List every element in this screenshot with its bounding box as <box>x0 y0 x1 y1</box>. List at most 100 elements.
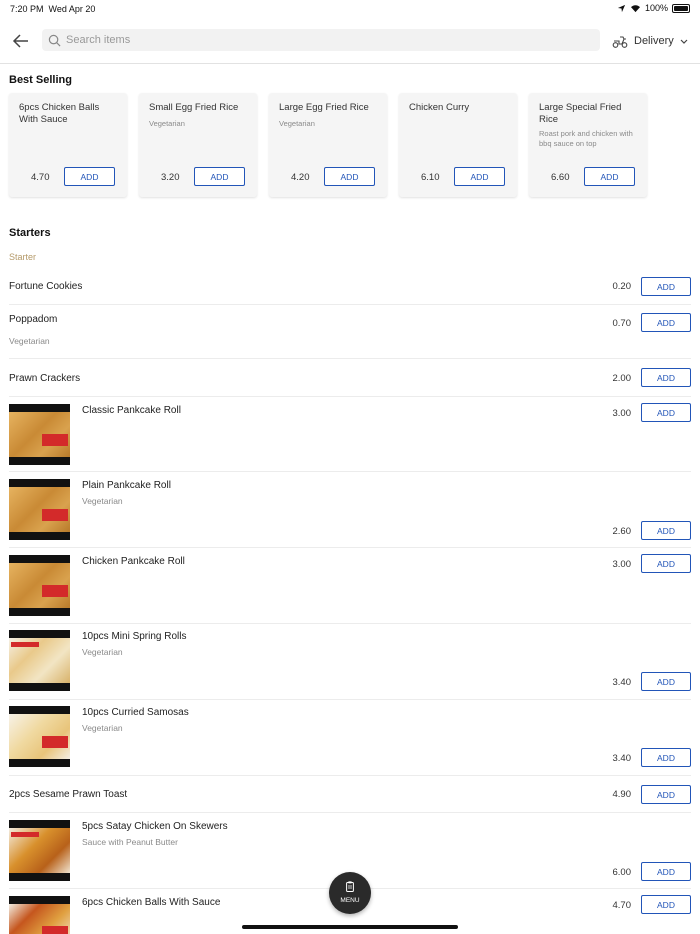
menu-button-label: MENU <box>340 897 360 904</box>
category-label: Starter <box>9 252 37 262</box>
best-selling-list: 6pcs Chicken Balls With Sauce 4.70 ADD S… <box>9 93 647 197</box>
item-description: Vegetarian <box>82 723 123 733</box>
status-bar: 7:20 PM Wed Apr 20 100% <box>0 0 700 18</box>
best-selling-card[interactable]: 6pcs Chicken Balls With Sauce 4.70 ADD <box>9 93 127 197</box>
item-price: 6.60 <box>551 172 570 183</box>
item-description: Vegetarian <box>279 119 315 128</box>
starters-title: Starters <box>9 227 51 239</box>
item-name: Fortune Cookies <box>9 281 83 292</box>
item-name: Chicken Curry <box>409 102 470 113</box>
item-price: 4.70 <box>612 900 632 911</box>
best-selling-card[interactable]: Large Special Fried Rice Roast pork and … <box>529 93 647 197</box>
menu-item[interactable]: Prawn Crackers 2.00 ADD <box>0 359 700 397</box>
wifi-icon <box>630 4 640 12</box>
menu-item[interactable]: Chicken Pankcake Roll 3.00 ADD <box>0 548 700 624</box>
item-name: Small Egg Fried Rice <box>149 102 239 113</box>
add-button[interactable]: ADD <box>324 167 375 186</box>
add-button[interactable]: ADD <box>64 167 115 186</box>
battery-icon <box>672 3 690 13</box>
add-button[interactable]: ADD <box>641 277 691 296</box>
item-price: 3.20 <box>161 172 180 183</box>
item-price: 3.00 <box>612 408 632 419</box>
search-input[interactable] <box>66 34 566 46</box>
item-price: 4.90 <box>612 789 632 800</box>
item-name: 6pcs Chicken Balls With Sauce <box>19 102 100 125</box>
add-button[interactable]: ADD <box>641 554 691 573</box>
item-image <box>9 479 70 540</box>
menu-item[interactable]: Fortune Cookies 0.20 ADD <box>0 270 700 305</box>
item-image <box>9 896 70 934</box>
item-description: Vegetarian <box>149 119 185 128</box>
item-description: Vegetarian <box>82 496 123 506</box>
menu-item[interactable]: Poppadom Vegetarian 0.70 ADD <box>0 305 700 359</box>
add-button[interactable]: ADD <box>641 862 691 881</box>
back-arrow-icon[interactable] <box>10 30 32 52</box>
delivery-selector[interactable]: Delivery <box>612 30 688 52</box>
menu-button[interactable]: MENU <box>329 872 371 914</box>
item-price: 3.40 <box>612 753 632 764</box>
item-name: 10pcs Curried Samosas <box>82 707 189 718</box>
add-button[interactable]: ADD <box>454 167 505 186</box>
add-button[interactable]: ADD <box>641 521 691 540</box>
add-button[interactable]: ADD <box>641 313 691 332</box>
best-selling-card[interactable]: Large Egg Fried Rice Vegetarian 4.20 ADD <box>269 93 387 197</box>
status-time: 7:20 PM Wed Apr 20 <box>10 4 96 14</box>
item-name: 6pcs Chicken Balls With Sauce <box>82 897 221 908</box>
item-price: 3.40 <box>612 677 632 688</box>
scooter-icon <box>612 35 628 48</box>
item-image <box>9 404 70 465</box>
item-image <box>9 630 70 691</box>
add-button[interactable]: ADD <box>641 785 691 804</box>
chevron-down-icon <box>680 39 688 44</box>
item-name: 5pcs Satay Chicken On Skewers <box>82 821 228 832</box>
item-description: Vegetarian <box>9 336 50 346</box>
item-name: Plain Pankcake Roll <box>82 480 171 491</box>
best-selling-card[interactable]: Chicken Curry 6.10 ADD <box>399 93 517 197</box>
add-button[interactable]: ADD <box>641 672 691 691</box>
item-description: Roast pork and chicken with bbq sauce on… <box>539 129 633 148</box>
search-bar[interactable] <box>42 29 600 51</box>
item-image <box>9 820 70 881</box>
item-name: Poppadom <box>9 314 58 325</box>
item-name: Large Special Fried Rice <box>539 102 622 125</box>
item-name: 2pcs Sesame Prawn Toast <box>9 789 128 800</box>
item-price: 2.60 <box>612 526 632 537</box>
delivery-label: Delivery <box>634 35 674 47</box>
add-button[interactable]: ADD <box>641 895 691 914</box>
status-right: 100% <box>617 3 690 13</box>
menu-item[interactable]: 10pcs Mini Spring Rolls Vegetarian 3.40 … <box>0 624 700 700</box>
clipboard-icon <box>346 881 354 892</box>
add-button[interactable]: ADD <box>641 403 691 422</box>
menu-item[interactable]: Plain Pankcake Roll Vegetarian 2.60 ADD <box>0 472 700 548</box>
menu-item[interactable]: 2pcs Sesame Prawn Toast 4.90 ADD <box>0 776 700 813</box>
top-bar: Delivery <box>0 26 700 64</box>
item-image <box>9 555 70 616</box>
location-icon <box>617 4 626 12</box>
item-price: 4.70 <box>31 172 50 183</box>
item-price: 6.10 <box>421 172 440 183</box>
item-price: 0.70 <box>612 318 632 329</box>
add-button[interactable]: ADD <box>641 748 691 767</box>
add-button[interactable]: ADD <box>641 368 691 387</box>
item-name: Chicken Pankcake Roll <box>82 556 185 567</box>
menu-item[interactable]: Classic Pankcake Roll 3.00 ADD <box>0 397 700 472</box>
item-price: 3.00 <box>612 559 632 570</box>
item-name: Classic Pankcake Roll <box>82 405 181 416</box>
item-price: 2.00 <box>612 373 632 384</box>
item-description: Vegetarian <box>82 647 123 657</box>
item-name: Prawn Crackers <box>9 373 81 384</box>
item-description: Sauce with Peanut Butter <box>82 837 178 847</box>
add-button[interactable]: ADD <box>194 167 245 186</box>
menu-item[interactable]: 10pcs Curried Samosas Vegetarian 3.40 AD… <box>0 700 700 776</box>
item-price: 0.20 <box>612 281 632 292</box>
item-price: 6.00 <box>612 867 632 878</box>
add-button[interactable]: ADD <box>584 167 635 186</box>
best-selling-title: Best Selling <box>9 74 72 86</box>
item-image <box>9 706 70 767</box>
item-name: Large Egg Fried Rice <box>279 102 369 113</box>
item-price: 4.20 <box>291 172 310 183</box>
item-name: 10pcs Mini Spring Rolls <box>82 631 187 642</box>
best-selling-card[interactable]: Small Egg Fried Rice Vegetarian 3.20 ADD <box>139 93 257 197</box>
battery-percent: 100% <box>644 3 668 13</box>
search-icon <box>48 34 61 46</box>
